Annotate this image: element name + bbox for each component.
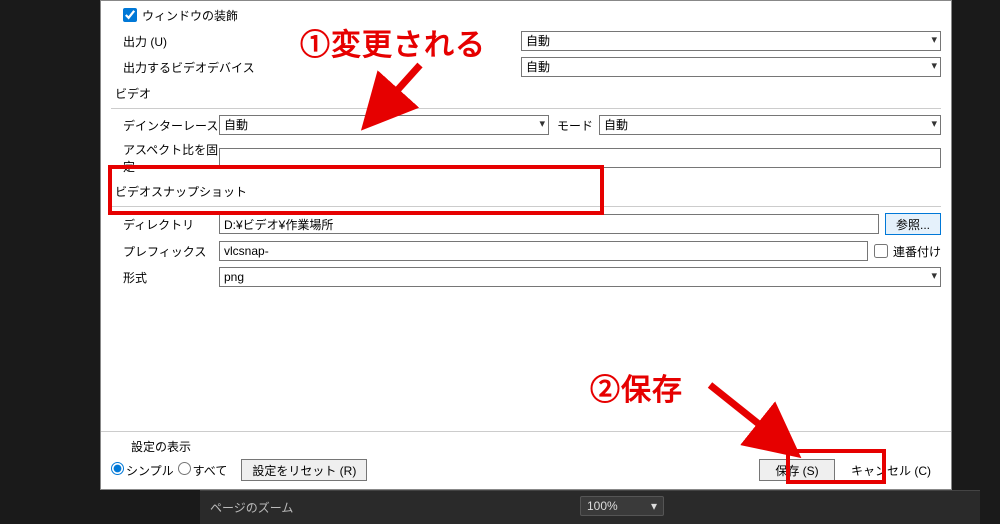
dialog-footer: 設定の表示 シンプル すべて 設定をリセット (R) 保存 (S) キャンセル … [101, 431, 951, 489]
simple-radio[interactable] [111, 462, 124, 475]
simple-radio-wrap[interactable]: シンプル [111, 462, 174, 479]
snapshot-section-title: ビデオスナップショット [115, 183, 941, 200]
divider [111, 108, 941, 109]
all-radio[interactable] [178, 462, 191, 475]
format-select[interactable]: png [219, 267, 941, 287]
deinterlace-select[interactable]: 自動 [219, 115, 549, 135]
preferences-dialog: ウィンドウの装飾 出力 (U) 自動 出力するビデオデバイス 自動 ビデオ デイ… [100, 0, 952, 490]
video-section-title: ビデオ [115, 85, 941, 102]
sequential-wrap[interactable]: 連番付け [874, 243, 941, 260]
aspect-input[interactable] [219, 148, 941, 168]
all-label: すべて [193, 464, 228, 478]
save-button[interactable]: 保存 (S) [759, 459, 835, 481]
prefix-label: プレフィックス [123, 243, 219, 260]
sequential-checkbox[interactable] [874, 244, 888, 258]
chevron-down-icon: ▾ [651, 499, 657, 513]
sequential-label: 連番付け [893, 243, 941, 260]
bg-zoom-label: ページのズーム [210, 499, 293, 516]
cancel-button[interactable]: キャンセル (C) [841, 459, 941, 481]
bg-zoom-value: 100% [587, 499, 618, 513]
directory-input[interactable] [219, 214, 879, 234]
video-device-select[interactable]: 自動 [521, 57, 941, 77]
output-label: 出力 (U) [123, 33, 263, 50]
deinterlace-label: デインターレース [123, 117, 219, 134]
show-settings-label: 設定の表示 [131, 438, 367, 455]
aspect-label: アスペクト比を固定 [123, 141, 219, 175]
bg-zoom-select[interactable]: 100% ▾ [580, 496, 664, 516]
mode-label: モード [557, 117, 593, 134]
window-decoration-checkbox[interactable] [123, 8, 137, 22]
output-select[interactable]: 自動 [521, 31, 941, 51]
prefix-input[interactable] [219, 241, 868, 261]
divider [111, 206, 941, 207]
reset-button[interactable]: 設定をリセット (R) [241, 459, 367, 481]
directory-label: ディレクトリ [123, 216, 219, 233]
video-device-label: 出力するビデオデバイス [123, 59, 263, 76]
window-decoration-label: ウィンドウの装飾 [142, 7, 238, 24]
all-radio-wrap[interactable]: すべて [178, 462, 228, 479]
browse-button[interactable]: 参照... [885, 213, 941, 235]
simple-label: シンプル [126, 464, 174, 478]
format-label: 形式 [123, 269, 219, 286]
mode-select[interactable]: 自動 [599, 115, 941, 135]
